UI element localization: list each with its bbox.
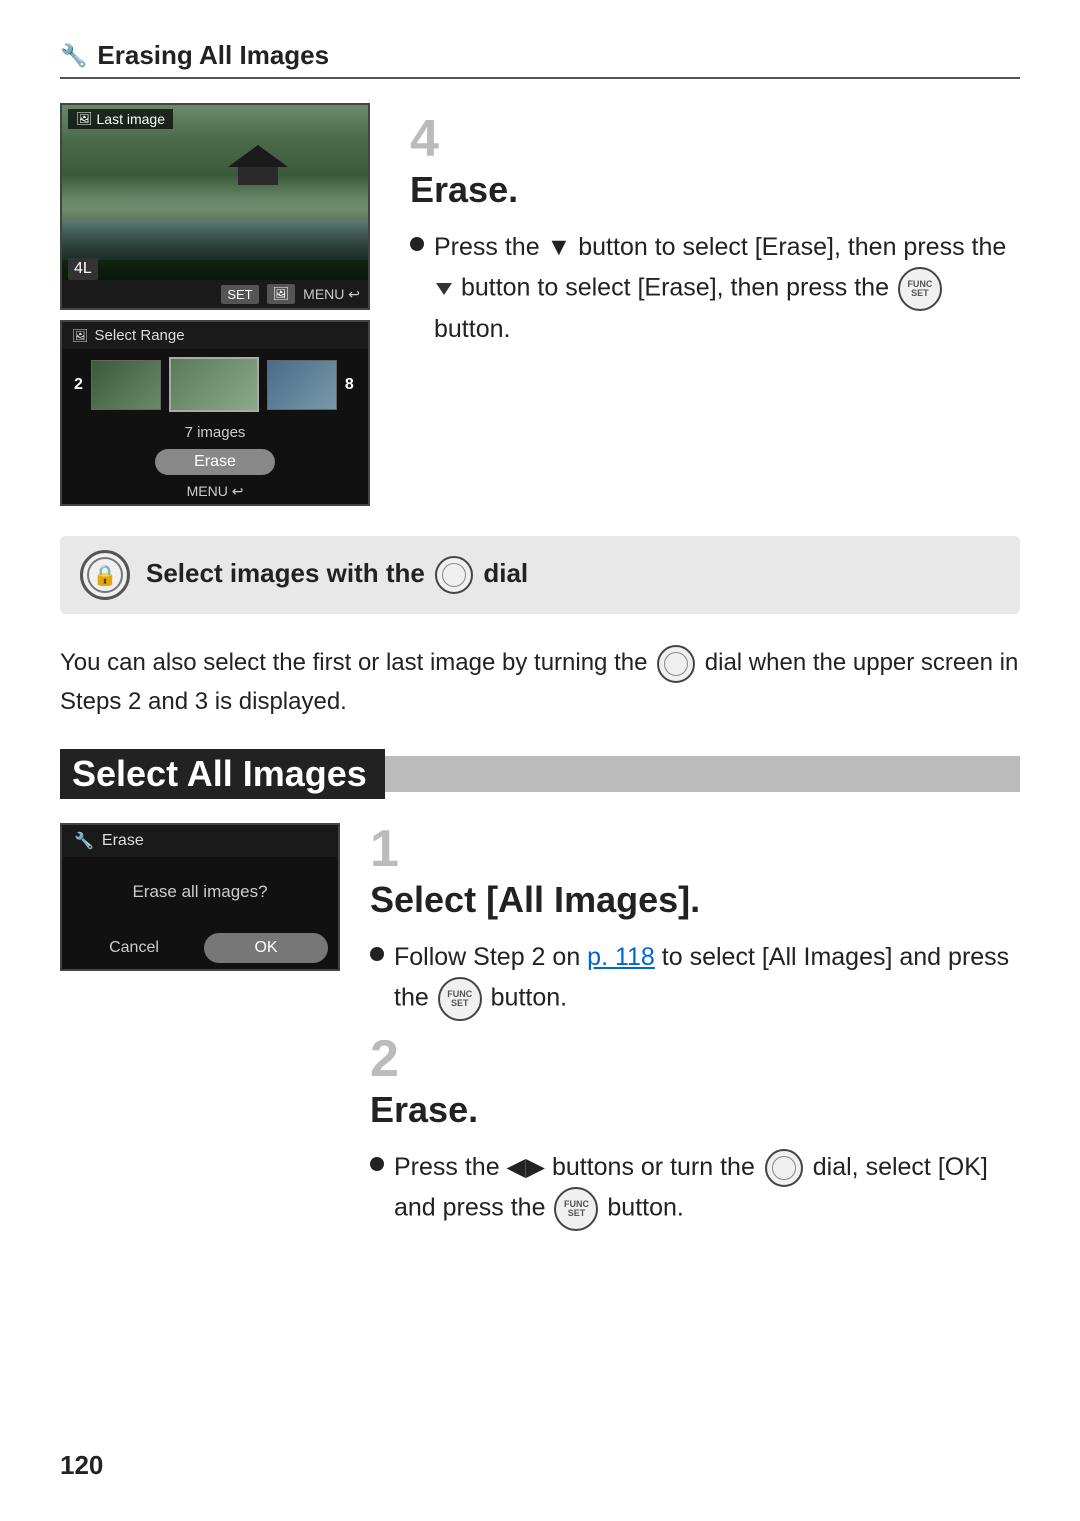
- corner-badge: 4L: [68, 258, 98, 280]
- thumb-left: [91, 360, 161, 410]
- erase-dialog-title: 🔧 Erase: [62, 825, 338, 857]
- erase-dialog-body: Erase all images?: [62, 857, 338, 927]
- step-2-container: 2 Erase. Press the ◀▶ buttons or turn th…: [370, 1033, 1020, 1231]
- bullet-dot: [410, 237, 424, 251]
- step-1-text: Follow Step 2 on p. 118 to select [All I…: [394, 939, 1020, 1021]
- erase-dialog-title-text: Erase: [102, 832, 144, 850]
- screen-erase-button: Erase: [155, 449, 275, 475]
- down-arrow-icon: [436, 283, 452, 295]
- erase-icon: 🔧: [60, 43, 87, 69]
- select-range-label: Select Range: [95, 327, 185, 344]
- step-4-text-main: Press the ▼ button to select [Erase], th…: [434, 233, 1006, 261]
- erase-dialog-icon: 🔧: [74, 831, 94, 851]
- top-section: 🖼 Last image 4L SET 🖼 MENU ↩: [60, 103, 1020, 506]
- set-lbl-2: SET: [568, 1209, 586, 1218]
- tip-title: Select images with the dial: [146, 558, 528, 588]
- dialog-ok-button[interactable]: OK: [204, 933, 328, 963]
- screen-bottom: 4L SET 🖼 MENU ↩: [62, 280, 368, 308]
- step-4-number: 4: [410, 113, 1020, 165]
- bullet-dot-2: [370, 1157, 384, 1171]
- tip-icon: 🔒: [80, 550, 130, 600]
- bullet-dot-1: [370, 947, 384, 961]
- dial-icon-step2: [765, 1149, 803, 1187]
- image-count: 7 images: [62, 420, 368, 445]
- tip-title-prefix: Select images with the: [146, 558, 425, 588]
- dialog-button-row: Cancel OK: [62, 927, 338, 969]
- tip-title-suffix: dial: [483, 558, 528, 588]
- multi-icon: 🖼: [76, 111, 93, 127]
- step1-end: button.: [491, 983, 567, 1011]
- step-2-title: Erase.: [370, 1089, 1020, 1131]
- tip-content: Select images with the dial: [146, 556, 528, 594]
- lock-icon: 🔒: [93, 563, 118, 588]
- step-2-number: 2: [370, 1033, 1020, 1085]
- last-image-label: Last image: [97, 111, 165, 127]
- camera-screen-bottom: 🖼 Select Range 2 8 7 images Erase MENU ↩: [60, 320, 370, 506]
- dial-icon-body: [657, 645, 695, 683]
- select-all-title: Select All Images: [60, 749, 385, 799]
- multi-badge: 🖼: [267, 284, 296, 304]
- screen-menu-bar: MENU ↩: [62, 479, 368, 504]
- thumb-mid: [169, 357, 259, 412]
- dialog-cancel-button[interactable]: Cancel: [72, 933, 196, 963]
- tip-body-main: You can also select the first or last im…: [60, 649, 647, 676]
- func-set-button-icon: FUNCSET: [898, 267, 942, 311]
- hut-shape: [228, 145, 288, 185]
- erase-all-question: Erase all images?: [132, 882, 267, 902]
- step-4-text-middle: button to select [Erase], then press the: [461, 273, 896, 301]
- range-icon: 🖼: [72, 328, 89, 344]
- step-4-bullet-1: Press the ▼ button to select [Erase], th…: [410, 229, 1020, 348]
- section-header: 🔧 Erasing All Images: [60, 40, 1020, 79]
- section-title: Erasing All Images: [97, 40, 329, 71]
- camera-screen-top: 🖼 Last image 4L SET 🖼 MENU ↩: [60, 103, 370, 310]
- screen-bottom-bar: SET 🖼 MENU ↩: [62, 280, 368, 308]
- page-number: 120: [60, 1450, 103, 1481]
- step-1-bullet: Follow Step 2 on p. 118 to select [All I…: [370, 939, 1020, 1021]
- step-1-number: 1: [370, 823, 1020, 875]
- step-2-bullet: Press the ◀▶ buttons or turn the dial, s…: [370, 1149, 1020, 1231]
- step2-end: button.: [607, 1194, 683, 1222]
- screenshots-column: 🖼 Last image 4L SET 🖼 MENU ↩: [60, 103, 380, 506]
- thumbnails-row: 2 8: [62, 349, 368, 420]
- erase-dialog-screen: 🔧 Erase Erase all images? Cancel OK: [60, 823, 340, 971]
- step1-link[interactable]: p. 118: [587, 943, 655, 971]
- step1-prefix: Follow Step 2 on: [394, 943, 580, 971]
- step-4-text: Press the ▼ button to select [Erase], th…: [434, 229, 1020, 348]
- step-2-text: Press the ◀▶ buttons or turn the dial, s…: [394, 1149, 1020, 1231]
- screen-label-top: 🖼 Last image: [68, 109, 173, 129]
- thumb-right: [267, 360, 337, 410]
- step-4-area: 4 Erase. Press the ▼ button to select [E…: [410, 103, 1020, 506]
- step-4-text-end: button.: [434, 315, 510, 343]
- screen-image-top: 🖼 Last image: [62, 105, 368, 280]
- menu-label-top: MENU ↩: [303, 286, 360, 303]
- func-set-icon-1: FUNCSET: [438, 977, 482, 1021]
- thumb-num-right: 8: [345, 376, 354, 394]
- step-1-container: 1 Select [All Images]. Follow Step 2 on …: [370, 823, 1020, 1021]
- tree-silhouette: [62, 220, 368, 280]
- step-1-title: Select [All Images].: [370, 879, 1020, 921]
- set-badge: SET: [221, 285, 258, 304]
- select-all-header: Select All Images: [60, 749, 1020, 799]
- bottom-section: 🔧 Erase Erase all images? Cancel OK 1 Se…: [60, 823, 1020, 1243]
- step-4-title: Erase.: [410, 169, 1020, 211]
- step2-prefix: Press the ◀▶ buttons or turn the: [394, 1153, 755, 1181]
- dial-icon-inline: [435, 556, 473, 594]
- set-lbl-1: SET: [451, 999, 469, 1008]
- select-range-title-bar: 🖼 Select Range: [62, 322, 368, 349]
- thumb-num-left: 2: [74, 376, 83, 394]
- tip-body-text: You can also select the first or last im…: [60, 644, 1020, 721]
- tip-box: 🔒 Select images with the dial: [60, 536, 1020, 614]
- set-label: SET: [911, 289, 929, 298]
- select-all-bar: [385, 756, 1020, 792]
- func-set-icon-2: FUNCSET: [554, 1187, 598, 1231]
- bottom-steps-area: 1 Select [All Images]. Follow Step 2 on …: [370, 823, 1020, 1243]
- screen-menu-label: MENU ↩: [187, 483, 244, 500]
